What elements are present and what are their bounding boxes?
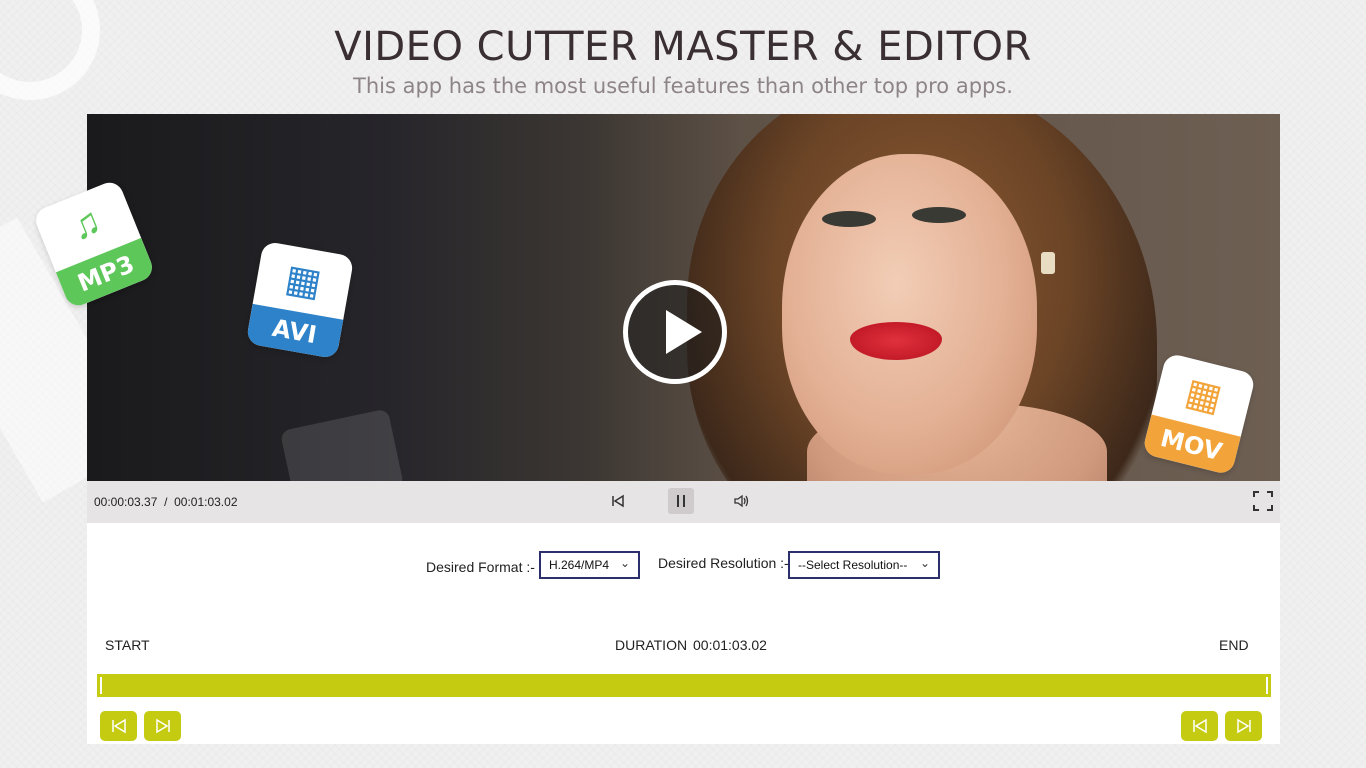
portrait-earring	[1041, 252, 1055, 274]
format-select[interactable]: H.264/MP4 ⌄	[539, 551, 640, 579]
portrait-face	[782, 154, 1037, 474]
portrait-eye-right	[912, 207, 966, 223]
end-step-back-button[interactable]	[1181, 711, 1218, 741]
total-time: 00:01:03.02	[174, 495, 238, 509]
volume-button[interactable]	[729, 488, 755, 514]
chevron-down-icon: ⌄	[619, 556, 630, 570]
player-controls: 00:00:03.37 / 00:01:03.02	[87, 481, 1280, 523]
chevron-down-icon: ⌄	[919, 556, 930, 570]
start-trim-handle[interactable]	[100, 677, 102, 694]
pause-icon	[677, 495, 685, 507]
header: VIDEO CUTTER MASTER & EDITOR This app ha…	[0, 24, 1366, 98]
step-back-icon	[1192, 718, 1207, 734]
play-icon[interactable]	[623, 280, 727, 384]
step-back-icon	[111, 718, 126, 734]
end-trim-handle[interactable]	[1266, 677, 1268, 694]
format-row: Desired Format :- H.264/MP4 ⌄ Desired Re…	[87, 551, 1280, 581]
time-separator: /	[164, 495, 168, 509]
start-step-back-button[interactable]	[100, 711, 137, 741]
start-label: START	[105, 637, 150, 653]
avi-file-badge: ▦ AVI	[245, 240, 355, 360]
page-subtitle: This app has the most useful features th…	[353, 74, 1013, 98]
format-label: Desired Format :-	[426, 559, 535, 575]
resolution-select-value: --Select Resolution--	[798, 558, 908, 572]
end-step-forward-button[interactable]	[1225, 711, 1262, 741]
resolution-label: Desired Resolution :-	[658, 555, 789, 571]
step-forward-icon	[155, 718, 170, 734]
trim-range-slider[interactable]	[97, 674, 1271, 697]
duration-label: DURATION	[615, 637, 688, 653]
film-icon: ▦	[281, 257, 325, 306]
volume-icon	[734, 494, 749, 508]
film-icon-watermark	[279, 408, 405, 481]
page-title: VIDEO CUTTER MASTER & EDITOR	[334, 24, 1032, 70]
skip-back-icon	[612, 494, 624, 508]
start-step-forward-button[interactable]	[144, 711, 181, 741]
portrait-eye-left	[822, 211, 876, 227]
skip-back-button[interactable]	[605, 488, 631, 514]
step-forward-icon	[1236, 718, 1251, 734]
pause-button[interactable]	[668, 488, 694, 514]
editor-panel: 00:00:03.37 / 00:01:03.02 Desired Format…	[87, 114, 1280, 744]
time-readout: 00:00:03.37 / 00:01:03.02	[94, 495, 238, 509]
fullscreen-icon	[1253, 491, 1273, 511]
duration-value: 00:01:03.02	[693, 637, 767, 653]
current-time: 00:00:03.37	[94, 495, 158, 509]
end-label: END	[1219, 637, 1249, 653]
format-select-value: H.264/MP4	[549, 558, 610, 572]
fullscreen-button[interactable]	[1250, 488, 1276, 514]
resolution-select[interactable]: --Select Resolution-- ⌄	[788, 551, 940, 579]
